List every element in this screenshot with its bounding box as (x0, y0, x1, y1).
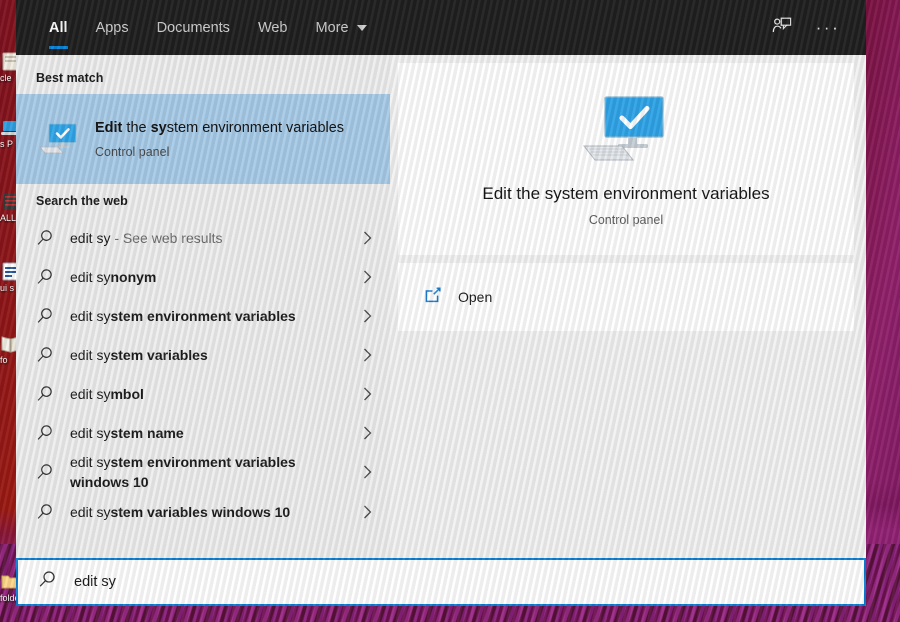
chevron-right-icon (358, 386, 376, 402)
chevron-right-icon (358, 504, 376, 520)
open-button[interactable]: Open (424, 286, 492, 309)
web-suggestion-query: edit sy (70, 229, 111, 246)
web-suggestion-label: edit system variables windows 10 (70, 502, 358, 522)
chevron-right-icon (358, 464, 376, 480)
tab-web[interactable]: Web (244, 0, 302, 55)
search-filter-tabs: All Apps Documents Web More (35, 0, 381, 55)
desktop-icon-label: ui s (0, 283, 15, 293)
tab-documents-label: Documents (156, 19, 230, 36)
preview-title: Edit the system environment variables (482, 184, 770, 203)
desktop-background: cle s P ALL ui s fo folder All Apps Docu… (0, 0, 900, 622)
web-suggestion-hint: - See web results (110, 229, 223, 246)
web-suggestion-row[interactable]: edit system variables (16, 335, 390, 374)
best-match-text: Edit the system environment variables Co… (82, 119, 358, 159)
web-suggestion-completion: stem name (110, 424, 184, 441)
web-suggestion-label: edit symbol (70, 384, 358, 404)
best-match-title: Edit the system environment variables (95, 119, 344, 138)
best-match-title-bold-1: Edit (95, 120, 123, 136)
search-icon (36, 503, 70, 521)
open-label: Open (458, 289, 493, 305)
web-suggestion-query: edit sy (70, 268, 111, 285)
web-suggestion-completion: stem environment variables (110, 307, 296, 324)
chevron-down-icon (356, 24, 367, 31)
chevron-right-icon (358, 230, 376, 246)
monitor-check-icon (36, 121, 82, 157)
chevron-right-icon (358, 425, 376, 441)
best-match-title-mid: the (122, 120, 151, 136)
web-suggestion-row[interactable]: edit system variables windows 10 (16, 492, 390, 531)
best-match-title-rest: stem environment variables (166, 120, 345, 136)
web-suggestion-row[interactable]: edit system environment variables (16, 296, 390, 335)
web-suggestions-list: edit sy - See web results edit synonym edi… (16, 218, 390, 531)
web-suggestion-label: edit system name (70, 423, 358, 443)
desktop-icon-label: fo (0, 355, 8, 365)
search-icon (38, 570, 57, 594)
desktop-icon-label: s P (0, 139, 14, 149)
search-icon (36, 424, 70, 442)
web-suggestion-label: edit system environment variables window… (70, 452, 358, 492)
web-suggestion-query: edit sy (70, 454, 111, 470)
web-suggestion-row[interactable]: edit synonym (16, 257, 390, 296)
web-suggestion-row[interactable]: edit sy - See web results (16, 218, 390, 257)
search-body: Best match Edit the system environment v… (16, 55, 866, 558)
desktop-icon-label: ALL (0, 213, 17, 223)
web-suggestion-label: edit system variables (70, 345, 358, 365)
monitor-check-icon (578, 91, 674, 170)
best-match-result[interactable]: Edit the system environment variables Co… (16, 94, 390, 184)
pane-divider (390, 55, 398, 558)
web-suggestion-label: edit system environment variables (70, 306, 358, 326)
header-actions: ··· (762, 8, 866, 48)
tab-apps[interactable]: Apps (82, 0, 143, 55)
tab-documents[interactable]: Documents (143, 0, 244, 55)
windows-search-flyout: All Apps Documents Web More ··· Best mat… (16, 0, 866, 606)
web-suggestion-row[interactable]: edit symbol (16, 374, 390, 413)
web-suggestion-query: edit sy (70, 346, 111, 363)
web-suggestion-label: edit sy - See web results (70, 228, 358, 248)
chevron-right-icon (358, 269, 376, 285)
search-input-value: edit sy (74, 574, 116, 590)
search-icon (36, 385, 70, 403)
web-suggestion-query: edit sy (70, 424, 111, 441)
tab-apps-label: Apps (95, 19, 129, 36)
best-match-subtitle: Control panel (95, 145, 170, 159)
search-icon (36, 229, 70, 247)
tab-all-label: All (49, 19, 68, 36)
search-icon (36, 346, 70, 364)
results-list-pane: Best match Edit the system environment v… (16, 55, 390, 558)
preview-card: Edit the system environment variables Co… (398, 63, 854, 255)
preview-pane: Edit the system environment variables Co… (398, 55, 866, 558)
web-suggestion-query: edit sy (70, 307, 111, 324)
web-suggestion-label: edit synonym (70, 267, 358, 287)
web-suggestion-completion: stem variables (110, 346, 208, 363)
web-suggestion-query: edit sy (70, 385, 111, 402)
tab-all[interactable]: All (35, 0, 82, 55)
web-suggestion-completion: mbol (110, 385, 144, 402)
open-external-icon (424, 286, 442, 309)
search-input[interactable]: edit sy (16, 558, 866, 606)
feedback-button[interactable] (762, 8, 802, 48)
tab-more-label: More (315, 19, 349, 36)
best-match-title-bold-2: sy (150, 120, 167, 136)
search-icon (36, 463, 70, 481)
overflow-menu-button[interactable]: ··· (808, 8, 848, 48)
tab-web-label: Web (257, 19, 288, 36)
web-suggestion-row[interactable]: edit system environment variables window… (16, 452, 390, 492)
web-suggestion-completion: nonym (110, 268, 157, 285)
search-header: All Apps Documents Web More ··· (16, 0, 866, 55)
preview-subtitle: Control panel (588, 213, 664, 227)
search-icon (36, 268, 70, 286)
web-suggestion-completion: stem variables windows 10 (110, 503, 291, 520)
ellipsis-icon: ··· (815, 18, 841, 37)
preview-actions: Open (398, 263, 854, 331)
web-suggestion-query: edit sy (70, 503, 111, 520)
tab-more[interactable]: More (302, 0, 381, 55)
desktop-icon-label: cle (0, 73, 12, 83)
chevron-right-icon (358, 308, 376, 324)
person-feedback-icon (771, 14, 793, 41)
search-the-web-heading: Search the web (36, 194, 128, 208)
web-suggestion-row[interactable]: edit system name (16, 413, 390, 452)
search-icon (36, 307, 70, 325)
best-match-heading: Best match (36, 71, 104, 85)
chevron-right-icon (358, 347, 376, 363)
